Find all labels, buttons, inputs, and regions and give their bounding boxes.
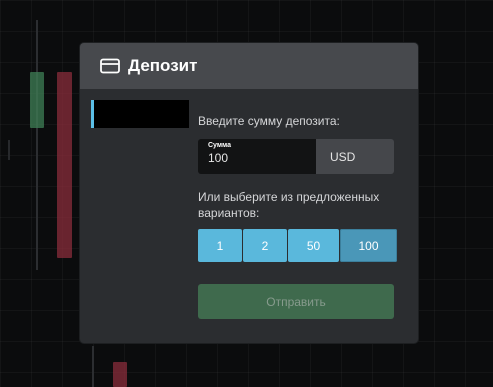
amount-label: Введите сумму депозита: [198, 114, 340, 128]
preset-button-1[interactable]: 1 [198, 229, 242, 262]
submit-button[interactable]: Отправить [198, 284, 394, 319]
preset-button-100[interactable]: 100 [340, 229, 397, 262]
chart-candle-bearish [113, 362, 127, 387]
chart-candle-bullish [30, 72, 44, 128]
chart-candle-bearish [57, 72, 72, 258]
preset-label: Или выберите из предложенных вариантов: [198, 190, 380, 220]
amount-input[interactable]: Сумма 100 [198, 139, 316, 174]
chart-wick [92, 346, 94, 387]
preset-button-2[interactable]: 2 [243, 229, 287, 262]
currency-value: USD [330, 149, 356, 164]
payment-method-item[interactable] [91, 100, 189, 128]
deposit-modal: Депозит Введите сумму депозита: Сумма 10… [80, 43, 418, 343]
amount-input-value: 100 [208, 151, 229, 165]
preset-button-50[interactable]: 50 [288, 229, 339, 262]
modal-title: Депозит [128, 56, 198, 75]
modal-header: Депозит [80, 43, 418, 89]
currency-select[interactable]: USD [316, 139, 394, 174]
chart-wick [8, 140, 10, 160]
credit-card-icon [100, 58, 120, 74]
amount-input-caption: Сумма [208, 142, 232, 149]
chart-wick [36, 20, 38, 270]
